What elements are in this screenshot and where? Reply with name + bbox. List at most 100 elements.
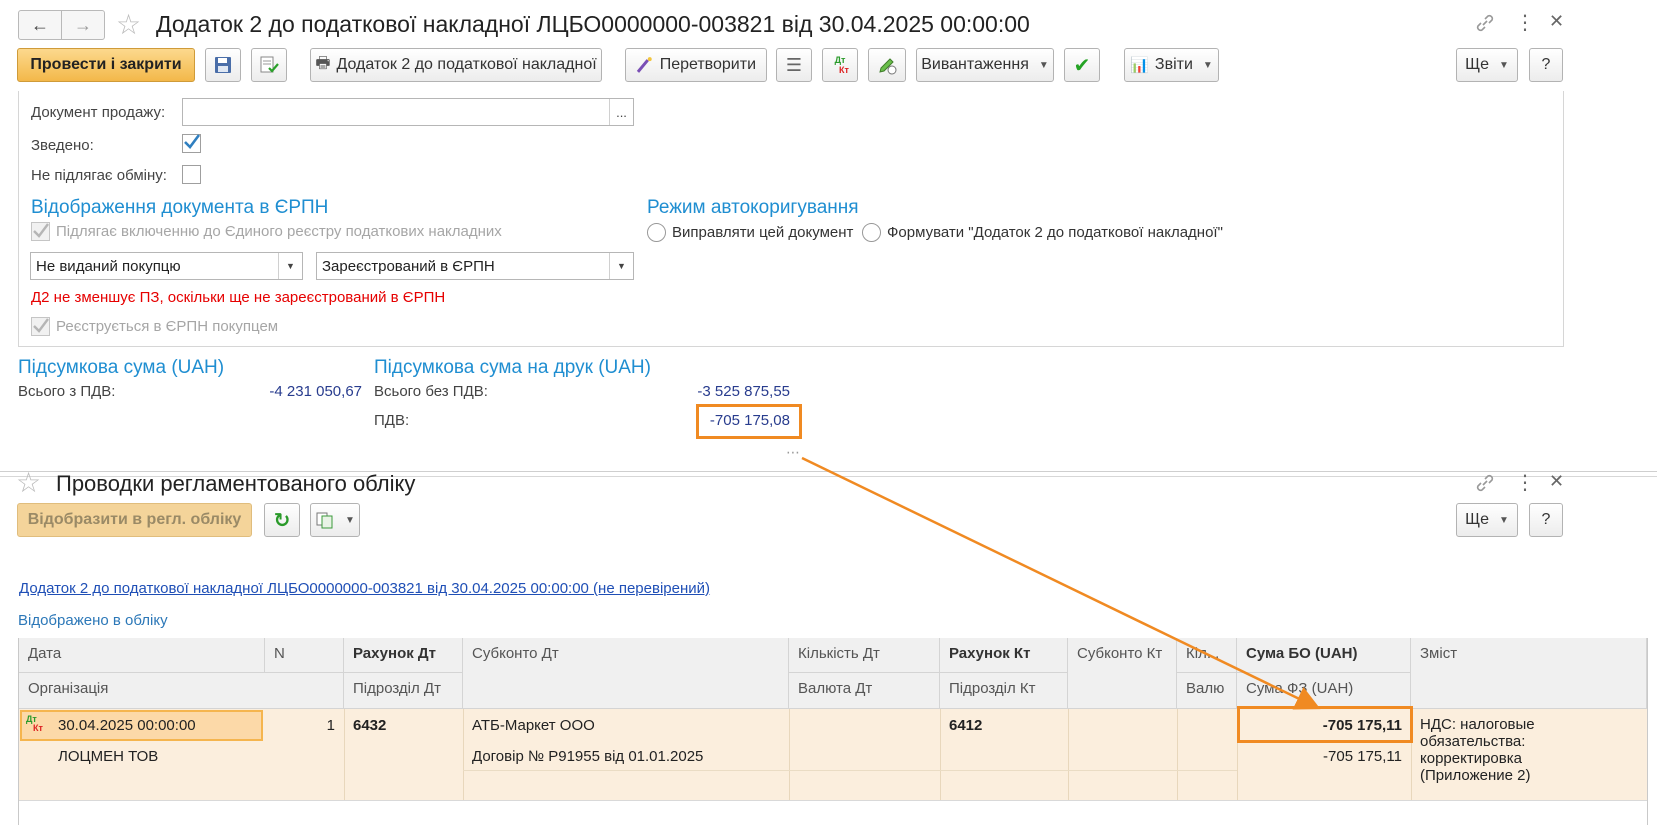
autocorrect-fix-radio[interactable] xyxy=(647,223,666,242)
col-header-subconto-dt[interactable]: Субконто Дт xyxy=(463,638,789,709)
document-link[interactable]: Додаток 2 до податкової накладної ЛЦБО00… xyxy=(19,580,710,597)
document-window: ← → ☆ Додаток 2 до податкової накладної … xyxy=(0,0,1657,472)
print-form-label: Додаток 2 до податкової накладної xyxy=(336,56,597,73)
floppy-disk-icon xyxy=(215,57,231,73)
checkmark-icon xyxy=(184,134,201,149)
close-icon[interactable]: ✕ xyxy=(1549,11,1564,32)
copy-dropdown[interactable]: ▼ xyxy=(310,503,360,537)
help-button-bottom[interactable]: ? xyxy=(1529,503,1563,537)
total-with-vat-value: -4 231 050,67 xyxy=(269,383,362,400)
sale-document-label: Документ продажу: xyxy=(31,104,166,121)
edit-history-button[interactable] xyxy=(868,48,906,82)
back-button[interactable]: ← xyxy=(18,10,62,40)
copy-documents-icon xyxy=(316,512,333,529)
favorite-star-icon[interactable]: ☆ xyxy=(16,466,41,499)
more-dropdown-bottom[interactable]: Ще ▼ xyxy=(1456,503,1518,537)
not-exchanged-label: Не підлягає обміну: xyxy=(31,167,167,184)
more-label: Ще xyxy=(1465,56,1489,73)
postings-table: Дата N Рахунок Дт Субконто Дт Кількість … xyxy=(18,638,1648,825)
link-icon[interactable] xyxy=(1474,12,1496,38)
postings-title: Проводки регламентованого обліку xyxy=(56,471,416,496)
caret-down-icon: ▼ xyxy=(1202,59,1213,71)
total-without-vat-value: -3 525 875,55 xyxy=(697,383,790,400)
forward-button[interactable]: → xyxy=(61,10,105,40)
issued-status-select[interactable]: Не виданий покупцю ▼ xyxy=(30,252,303,280)
favorite-star-icon[interactable]: ☆ xyxy=(116,8,141,41)
list-button[interactable]: ☰ xyxy=(776,48,812,82)
posting-date: 30.04.2025 00:00:00 xyxy=(58,717,196,734)
erpn-section-title: Відображення документа в ЄРПН xyxy=(31,197,329,218)
more-dropdown[interactable]: Ще ▼ xyxy=(1456,48,1518,82)
totals-title: Підсумкова сума (UAH) xyxy=(18,357,225,378)
dt-kt-button[interactable]: Дт Кт xyxy=(822,48,858,82)
col-header-account-dt[interactable]: Рахунок Дт xyxy=(344,638,463,673)
erpn-include-label: Підлягає включенню до Єдиного реєстру по… xyxy=(56,223,502,240)
checkmark-icon xyxy=(33,318,49,333)
erpn-include-checkbox[interactable] xyxy=(31,222,50,241)
sum-highlight-box xyxy=(1237,706,1413,743)
export-dropdown[interactable]: Вивантаження ▼ xyxy=(916,48,1054,82)
convert-button[interactable]: Перетворити xyxy=(625,48,767,82)
registration-status-select[interactable]: Зареєстрований в ЄРПН ▼ xyxy=(316,252,634,280)
select-button[interactable]: ... xyxy=(609,99,633,125)
col-header-account-kt[interactable]: Рахунок Кт xyxy=(940,638,1068,673)
dt-kt-icon-kt: Кт xyxy=(839,64,849,75)
wizard-icon xyxy=(636,57,652,73)
row-divider xyxy=(463,770,1237,771)
dropdown-arrow-icon[interactable]: ▼ xyxy=(278,253,302,279)
not-exchanged-checkbox[interactable] xyxy=(182,165,201,184)
check-button[interactable]: ✔ xyxy=(1064,48,1100,82)
arrow-right-icon: → xyxy=(74,14,92,35)
form-panel xyxy=(18,91,1564,347)
warning-message: Д2 не зменшує ПЗ, оскільки ще не зареєст… xyxy=(31,289,446,306)
posting-type-icon: Дт Кт xyxy=(26,714,43,733)
col-divider xyxy=(1177,709,1178,800)
col-header-sum-fz[interactable]: Сума ФЗ (UAH) xyxy=(1237,673,1411,709)
col-header-dept-dt[interactable]: Підрозділ Дт xyxy=(344,673,463,709)
content-value: НДС: налоговые обязательства: корректиро… xyxy=(1420,716,1535,784)
col-header-qty-dt[interactable]: Кількість Дт xyxy=(789,638,940,673)
col-header-dept-kt[interactable]: Підрозділ Кт xyxy=(940,673,1068,709)
splitter-grip-icon[interactable]: ⋯ xyxy=(786,444,800,461)
post-and-close-button[interactable]: Провести і закрити xyxy=(17,48,195,82)
col-header-n[interactable]: N xyxy=(265,638,344,673)
reports-dropdown[interactable]: 📊 Звіти ▼ xyxy=(1124,48,1219,82)
col-divider xyxy=(1068,709,1069,800)
post-document-icon xyxy=(260,56,279,73)
col-divider xyxy=(789,709,790,800)
more-label: Ще xyxy=(1465,511,1489,528)
help-button[interactable]: ? xyxy=(1529,48,1563,82)
reflect-in-accounting-button[interactable]: Відобразити в регл. обліку xyxy=(17,503,252,537)
more-vertical-icon[interactable]: ⋮ xyxy=(1515,470,1535,495)
caret-down-icon: ▼ xyxy=(1499,59,1509,71)
printer-icon: 🖶 xyxy=(315,54,331,72)
more-vertical-icon[interactable]: ⋮ xyxy=(1515,10,1535,35)
col-header-currency-kt[interactable]: Валю xyxy=(1177,673,1237,709)
refresh-button[interactable]: ↻ xyxy=(264,503,300,537)
print-form-button[interactable]: 🖶 Додаток 2 до податкової накладної xyxy=(310,48,602,82)
close-icon[interactable]: ✕ xyxy=(1549,471,1564,492)
col-header-organization[interactable]: Організація xyxy=(19,673,344,709)
consolidated-checkbox[interactable] xyxy=(182,134,201,153)
col-header-currency-dt[interactable]: Валюта Дт xyxy=(789,673,940,709)
col-header-sum-bo[interactable]: Сума БО (UAH) xyxy=(1237,638,1411,673)
buyer-registers-checkbox[interactable] xyxy=(31,317,50,336)
col-header-date[interactable]: Дата xyxy=(19,638,265,673)
autocorrect-create-label: Формувати "Додаток 2 до податкової накла… xyxy=(887,224,1223,241)
col-header-content[interactable]: Зміст xyxy=(1411,638,1647,709)
col-divider xyxy=(940,709,941,800)
save-button[interactable] xyxy=(205,48,241,82)
post-button[interactable] xyxy=(251,48,287,82)
pencil-icon xyxy=(879,58,897,75)
select-ellipsis: ... xyxy=(616,104,627,120)
dropdown-arrow-icon[interactable]: ▼ xyxy=(609,253,633,279)
col-header-qty-kt[interactable]: Кіл... xyxy=(1177,638,1237,673)
print-totals-title: Підсумкова сума на друк (UAH) xyxy=(374,357,651,378)
account-kt-value: 6412 xyxy=(949,717,983,734)
col-header-subconto-kt[interactable]: Субконто Кт xyxy=(1068,638,1177,709)
arrow-left-icon: ← xyxy=(31,14,49,35)
autocorrect-create-radio[interactable] xyxy=(862,223,881,242)
subconto-dt-1: АТБ-Маркет ООО xyxy=(472,717,595,734)
sale-document-field[interactable]: ... xyxy=(182,98,634,126)
link-icon[interactable] xyxy=(1474,472,1496,498)
